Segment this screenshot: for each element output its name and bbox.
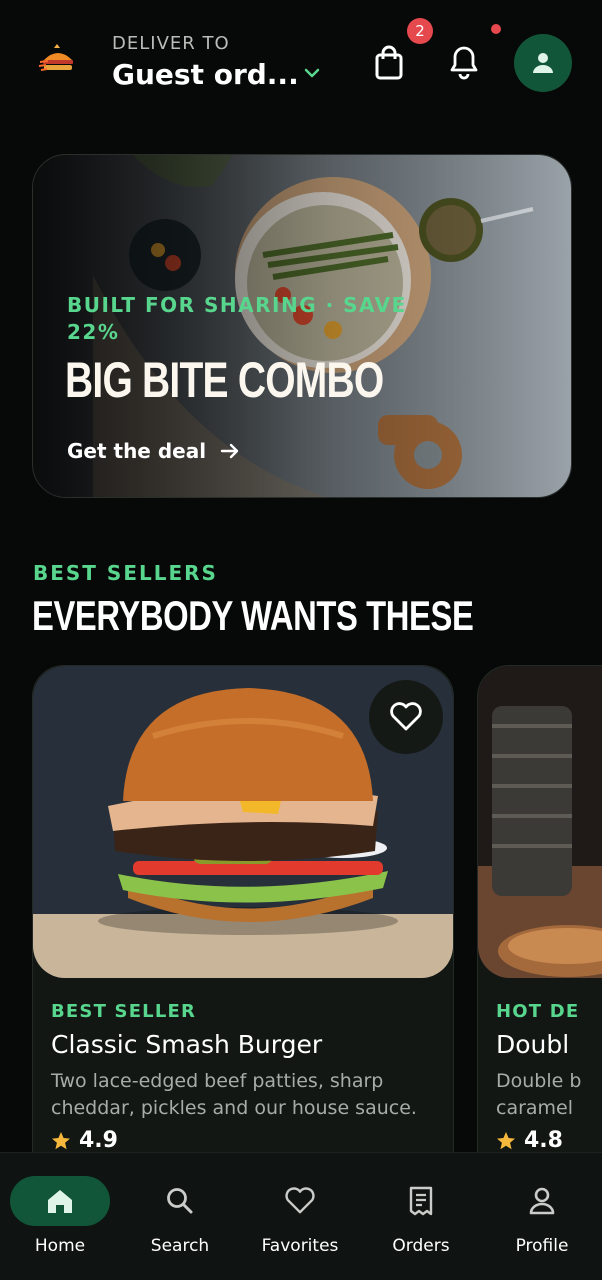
- delivery-address[interactable]: Guest ord...: [112, 58, 299, 91]
- nav-item-orders[interactable]: Orders: [361, 1153, 481, 1280]
- bottom-navigation: Home Search Favorites Orders Profile: [0, 1152, 602, 1280]
- nav-profile-pill: [492, 1176, 592, 1226]
- logo-icon[interactable]: [38, 44, 78, 74]
- nav-home-pill: [10, 1176, 110, 1226]
- user-icon: [533, 53, 553, 73]
- home-icon: [48, 1190, 72, 1213]
- nav-label: Search: [150, 1236, 210, 1256]
- receipt-icon: [409, 1186, 433, 1216]
- section-eyebrow: BEST SELLERS: [33, 561, 218, 585]
- star-icon: [497, 1131, 515, 1149]
- arrow-right-icon: [220, 443, 239, 459]
- nav-label: Profile: [515, 1236, 569, 1256]
- nav-search-pill: [130, 1176, 230, 1226]
- promo-title: BIG BITE COMBO: [65, 352, 384, 408]
- nav-label: Home: [34, 1236, 86, 1256]
- rating-value: 4.8: [524, 1128, 563, 1153]
- heart-icon: [390, 702, 422, 731]
- heart-icon: [285, 1187, 315, 1214]
- promo-eyebrow: BUILT FOR SHARING · SAVE 22%: [67, 293, 407, 344]
- favorite-button[interactable]: [369, 680, 443, 754]
- user-icon: [529, 1187, 555, 1215]
- promo-banner[interactable]: BUILT FOR SHARING · SAVE 22% BIG BITE CO…: [32, 154, 572, 498]
- section-title: EVERYBODY WANTS THESE: [32, 592, 474, 639]
- notification-dot: [491, 24, 501, 34]
- nav-orders-pill: [371, 1176, 471, 1226]
- product-name: Classic Smash Burger: [51, 1030, 323, 1059]
- nav-item-favorites[interactable]: Favorites: [240, 1153, 360, 1280]
- product-description: Double b caramel: [496, 1070, 582, 1119]
- chevron-down-icon[interactable]: [302, 66, 322, 82]
- nav-favorites-pill: [250, 1176, 350, 1226]
- product-tag: BEST SELLER: [51, 1001, 197, 1022]
- get-deal-label: Get the deal: [67, 439, 207, 463]
- search-icon: [167, 1188, 193, 1214]
- shopping-bag-icon[interactable]: [372, 44, 406, 82]
- nav-label: Favorites: [261, 1236, 339, 1256]
- nav-item-home[interactable]: Home: [0, 1153, 120, 1280]
- bell-icon[interactable]: [448, 44, 480, 80]
- nav-label: Orders: [392, 1236, 450, 1256]
- nav-item-search[interactable]: Search: [120, 1153, 240, 1280]
- product-card[interactable]: HOT DE Doubl Double b caramel 4.8: [477, 665, 602, 1185]
- profile-avatar-button[interactable]: [514, 34, 572, 92]
- star-icon: [52, 1131, 70, 1149]
- product-name: Doubl: [496, 1030, 570, 1059]
- product-card[interactable]: BEST SELLER Classic Smash Burger Two lac…: [32, 665, 454, 1185]
- cart-count-badge: 2: [407, 18, 433, 44]
- get-deal-link[interactable]: Get the deal: [67, 439, 240, 463]
- product-description: Two lace-edged beef patties, sharp chedd…: [51, 1070, 417, 1119]
- nav-item-profile[interactable]: Profile: [482, 1153, 602, 1280]
- product-rating: 4.9: [51, 1128, 118, 1153]
- deliver-to-label: DELIVER TO: [112, 33, 230, 54]
- rating-value: 4.9: [79, 1128, 118, 1153]
- app-header: DELIVER TO Guest ord... 2: [0, 0, 602, 130]
- product-image: [478, 666, 602, 978]
- product-rating: 4.8: [496, 1128, 563, 1153]
- product-tag: HOT DE: [496, 1001, 580, 1022]
